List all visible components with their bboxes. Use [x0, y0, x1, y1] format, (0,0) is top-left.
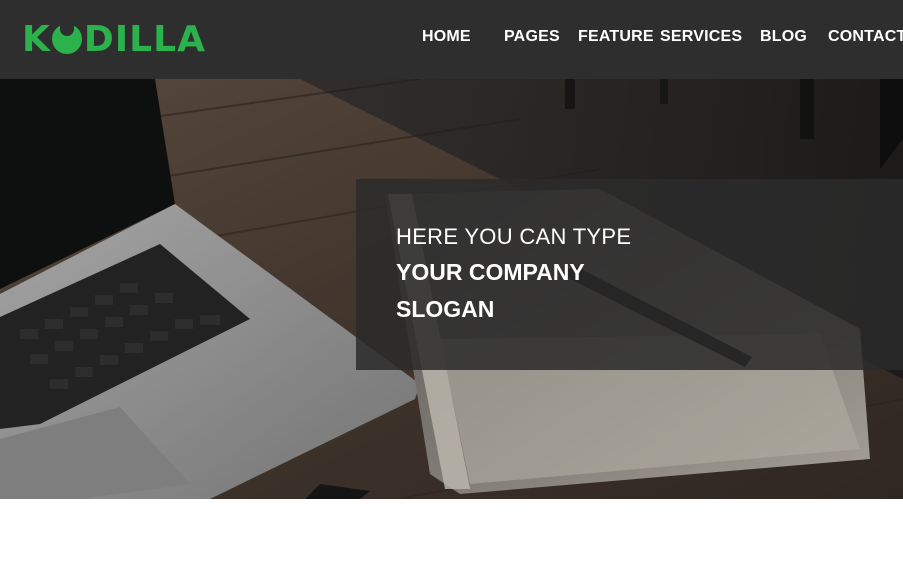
- site-header: K DILLA HOME PAGES FEATURE SERVICES BLOG…: [0, 0, 903, 79]
- nav-blog[interactable]: BLOG: [760, 28, 807, 46]
- nav-contact[interactable]: CONTACT: [828, 28, 903, 46]
- slogan-company: YOUR COMPANY: [396, 259, 585, 285]
- nav-home[interactable]: HOME: [422, 28, 471, 46]
- nav-pages[interactable]: PAGES: [504, 28, 560, 46]
- nav-feature[interactable]: FEATURE: [578, 28, 654, 46]
- nav-services[interactable]: SERVICES: [660, 28, 742, 46]
- slogan-word: SLOGAN: [396, 296, 495, 322]
- main-nav: HOME PAGES FEATURE SERVICES BLOG CONTACT: [0, 28, 903, 50]
- slogan-intro: HERE YOU CAN TYPE: [396, 224, 632, 249]
- slogan-box: HERE YOU CAN TYPE YOUR COMPANY SLOGAN: [356, 179, 903, 370]
- hero-banner: HERE YOU CAN TYPE YOUR COMPANY SLOGAN: [0, 79, 903, 499]
- page: K DILLA HOME PAGES FEATURE SERVICES BLOG…: [0, 0, 903, 570]
